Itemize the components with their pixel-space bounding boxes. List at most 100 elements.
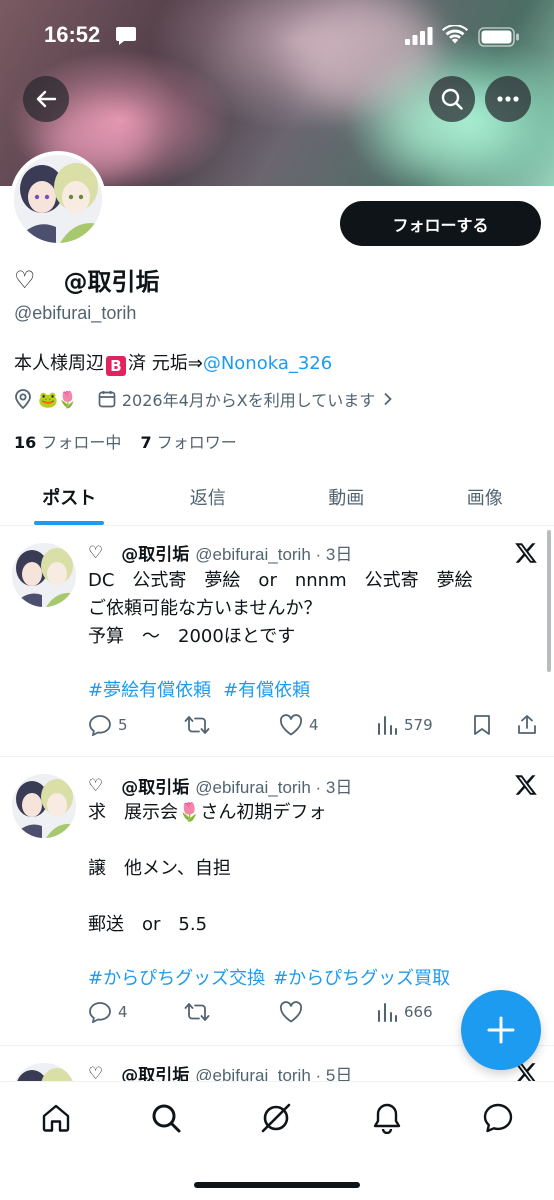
share-icon (518, 715, 536, 734)
tweet-author-name[interactable]: @取引垢 (121, 1061, 189, 1081)
display-name-text: @取引垢 (63, 268, 160, 296)
profile-display-name: ♡ @取引垢 (14, 262, 160, 297)
tweet-avatar[interactable] (12, 1063, 76, 1081)
hashtag-link[interactable]: #からぴちグッズ交換 (88, 968, 265, 989)
bio-prefix: 本人様周辺 (14, 353, 104, 374)
reply-count: 5 (118, 716, 128, 734)
tweet-header: ♡ @取引垢 @ebifurai_torih · 3日 (88, 773, 353, 799)
calendar-icon (98, 391, 116, 408)
tweet-handle-time: @ebifurai_torih · 3日 (195, 545, 353, 564)
hashtag-link[interactable]: #からぴちグッズ買取 (273, 968, 450, 989)
hashtag-link[interactable]: #夢絵有償依頼 (88, 680, 211, 701)
repost-icon (184, 716, 210, 734)
tweet-header: ♡ @取引垢 @ebifurai_torih · 5日 (88, 1061, 352, 1082)
like-button[interactable]: 4 (279, 714, 319, 736)
avatar-illustration (12, 774, 76, 838)
hashtag-link[interactable]: #有償依頼 (223, 680, 310, 701)
home-indicator (194, 1182, 360, 1188)
heart-symbol: ♡ (88, 1063, 104, 1082)
followers-count: 7 (140, 433, 152, 452)
avatar-illustration (12, 1063, 76, 1081)
heart-symbol: ♡ (14, 265, 36, 294)
profile-handle: @ebifurai_torih (14, 303, 137, 323)
b-button-emoji: B (106, 356, 126, 376)
tweet-hashtags: #からぴちグッズ交換 #からぴちグッズ買取 (88, 964, 462, 990)
tweet-text: DC 公式寄 夢絵 or nnnm 公式寄 夢絵 ご依頼可能な方いませんか？ 予… (88, 570, 473, 647)
reply-icon (89, 1002, 111, 1023)
profile-avatar[interactable] (10, 151, 106, 247)
status-bar: 16:52 (0, 0, 554, 74)
chat-bubble-icon (483, 1103, 513, 1133)
tweet-author-name[interactable]: @取引垢 (121, 540, 189, 565)
tweet-text: 求 展示会🌷さん初期デフォ 譲 他メン、自担 郵送 or 5.5 (88, 802, 327, 935)
join-date-text: 2026年4月からXを利用しています (121, 391, 376, 410)
reply-icon (89, 715, 111, 736)
chevron-right-icon (384, 392, 393, 406)
tweet-header: ♡ @取引垢 @ebifurai_torih · 3日 (88, 540, 353, 566)
location: 🐸🌷 (14, 389, 78, 409)
message-bubble-icon (115, 26, 137, 50)
profile-bio: 本人様周辺 B 済 元垢⇒@Nonoka_326 (14, 349, 332, 376)
follow-button[interactable]: フォローする (340, 201, 541, 246)
avatar-illustration (12, 543, 76, 607)
search-icon (152, 1104, 181, 1133)
search-button[interactable] (429, 76, 475, 122)
nav-messages[interactable] (480, 1100, 516, 1136)
x-logo-icon (515, 775, 537, 795)
profile-meta: 🐸🌷 2026年4月からXを利用しています (14, 387, 393, 411)
tab-replies[interactable]: 返信 (139, 468, 278, 525)
nav-grok[interactable] (258, 1100, 294, 1136)
bio-mention-link[interactable]: @Nonoka_326 (203, 353, 332, 374)
profile-tabs: ポスト 返信 動画 画像 (0, 468, 554, 526)
views-bar-chart-icon (378, 716, 397, 735)
repost-button[interactable] (184, 714, 216, 736)
view-count: 579 (404, 716, 433, 734)
tweet-avatar[interactable] (12, 774, 76, 838)
bio-middle: 済 元垢⇒ (128, 353, 203, 374)
repost-button[interactable] (184, 1001, 216, 1023)
views-button[interactable]: 579 (376, 714, 433, 736)
reply-button[interactable]: 5 (88, 714, 128, 736)
status-time: 16:52 (44, 22, 101, 47)
bookmark-button[interactable] (472, 714, 492, 736)
more-dots-icon (497, 96, 519, 102)
tweet-handle-time: @ebifurai_torih · 3日 (195, 778, 353, 797)
join-date[interactable]: 2026年4月からXを利用しています (98, 387, 393, 411)
follow-counts: 16 フォロー中 7 フォロワー (14, 429, 237, 453)
more-options-button[interactable] (485, 76, 531, 122)
heart-symbol: ♡ (88, 542, 104, 563)
back-button[interactable] (23, 76, 69, 122)
bell-icon (373, 1103, 401, 1134)
view-count: 666 (404, 1003, 433, 1021)
nav-notifications[interactable] (369, 1100, 405, 1136)
tweet-hashtags: #夢絵有償依頼 #有償依頼 (88, 676, 322, 702)
scrollbar[interactable] (547, 530, 551, 672)
tweet[interactable]: ♡ @取引垢 @ebifurai_torih · 3日 DC 公式寄 夢絵 or… (0, 527, 554, 757)
following-link[interactable]: 16 フォロー中 (14, 433, 121, 452)
plus-icon (487, 1016, 515, 1044)
avatar-illustration (14, 155, 102, 243)
tab-videos[interactable]: 動画 (277, 468, 416, 525)
like-button[interactable] (279, 1001, 309, 1023)
following-label: フォロー中 (41, 433, 122, 452)
views-bar-chart-icon (378, 1003, 397, 1022)
location-text: 🐸🌷 (38, 389, 78, 409)
nav-search[interactable] (148, 1100, 184, 1136)
followers-label: フォロワー (156, 433, 237, 452)
tweet-actions: 5 4 579 (88, 714, 543, 740)
grok-icon (261, 1103, 291, 1133)
tab-posts[interactable]: ポスト (0, 468, 139, 525)
tweet-author-name[interactable]: @取引垢 (121, 773, 189, 798)
views-button[interactable]: 666 (376, 1001, 433, 1023)
tab-images[interactable]: 画像 (416, 468, 554, 525)
share-button[interactable] (516, 714, 538, 736)
heart-icon (279, 714, 303, 736)
heart-icon (279, 1001, 303, 1023)
nav-home[interactable] (38, 1100, 74, 1136)
location-pin-icon (15, 389, 31, 409)
bookmark-icon (474, 715, 490, 735)
followers-link[interactable]: 7 フォロワー (140, 433, 236, 452)
compose-post-button[interactable] (461, 990, 541, 1070)
tweet-avatar[interactable] (12, 543, 76, 607)
reply-button[interactable]: 4 (88, 1001, 128, 1023)
